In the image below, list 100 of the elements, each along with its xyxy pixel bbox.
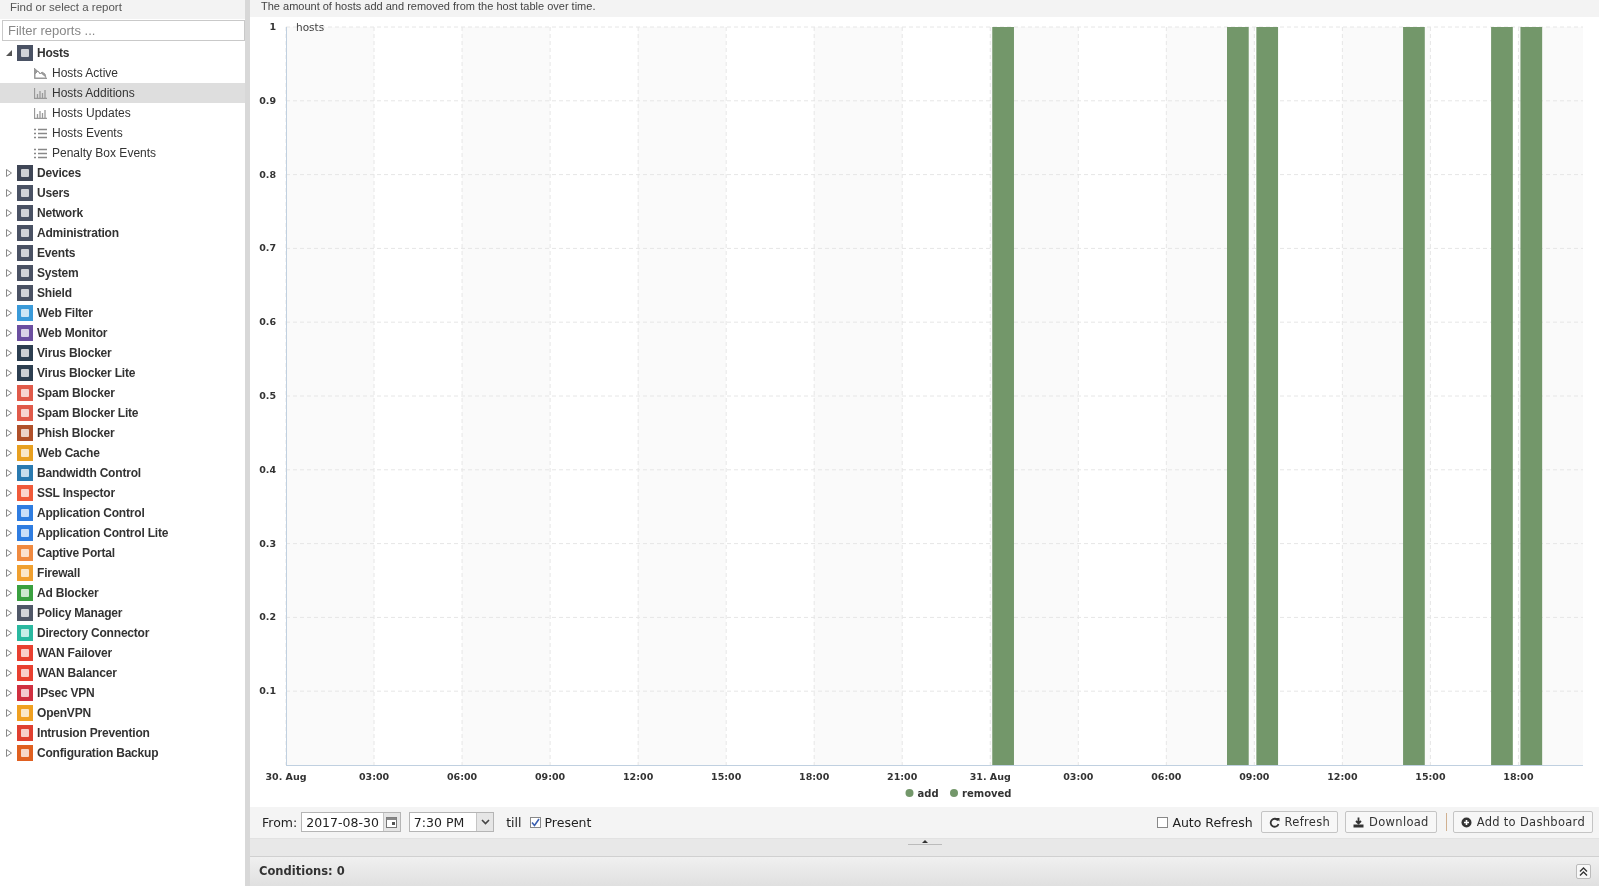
tree-item[interactable]: Phish Blocker xyxy=(37,426,115,440)
tree-item[interactable]: OpenVPN xyxy=(37,706,91,720)
auto-refresh-label: Auto Refresh xyxy=(1172,814,1253,830)
expand-icon[interactable] xyxy=(5,628,13,638)
caret-icon[interactable] xyxy=(480,819,490,826)
expand-icon[interactable] xyxy=(5,528,13,538)
tree-item[interactable]: Events xyxy=(37,246,76,260)
tree-item[interactable]: Configuration Backup xyxy=(37,746,159,760)
bar-chart-icon xyxy=(34,107,47,119)
tree-item[interactable]: Hosts xyxy=(37,46,70,60)
tree-item[interactable]: System xyxy=(37,266,79,280)
report-item[interactable]: Hosts Updates xyxy=(0,103,245,123)
tree-item[interactable]: Web Filter xyxy=(37,306,93,320)
expand-icon[interactable] xyxy=(5,288,13,298)
tree-item[interactable]: Policy Manager xyxy=(37,606,123,620)
list-icon xyxy=(34,147,47,159)
expand-icon[interactable] xyxy=(5,228,13,238)
tree-item[interactable]: Administration xyxy=(37,226,119,240)
report-item[interactable]: Hosts Active xyxy=(0,63,245,83)
expand-icon[interactable] xyxy=(5,708,13,718)
expand-button[interactable] xyxy=(1576,863,1591,879)
till-label: till xyxy=(506,814,522,830)
expand-icon[interactable] xyxy=(5,408,13,418)
download-icon xyxy=(1353,816,1365,828)
expand-icon[interactable] xyxy=(5,428,13,438)
tree-item[interactable]: Directory Connector xyxy=(37,626,150,640)
expand-icon[interactable] xyxy=(5,448,13,458)
tree-item[interactable]: SSL Inspector xyxy=(37,486,115,500)
conditions-label[interactable]: Conditions: 0 xyxy=(259,864,1576,879)
tree-item[interactable]: Application Control xyxy=(37,506,145,520)
tree-item[interactable]: WAN Failover xyxy=(37,646,112,660)
expand-icon[interactable] xyxy=(5,508,13,518)
tree-item[interactable]: Web Cache xyxy=(37,446,100,460)
expand-icon[interactable] xyxy=(5,368,13,378)
expand-icon[interactable] xyxy=(5,388,13,398)
tree-item[interactable]: Captive Portal xyxy=(37,546,115,560)
toolbar-button[interactable]: Add to Dashboard xyxy=(1452,811,1593,834)
tree-item[interactable]: Application Control Lite xyxy=(37,526,169,540)
tree-item[interactable]: Users xyxy=(37,186,70,200)
time-field[interactable]: 7:30 PM xyxy=(408,812,495,833)
expand-icon[interactable] xyxy=(5,548,13,558)
x-tick-label: 21:00 xyxy=(887,770,918,782)
report-item[interactable]: Hosts Additions xyxy=(0,83,245,103)
tree-item[interactable]: Web Monitor xyxy=(37,326,108,340)
x-tick-label: 06:00 xyxy=(1151,770,1182,782)
expand-icon[interactable] xyxy=(5,648,13,658)
expand-icon[interactable] xyxy=(5,728,13,738)
expand-icon[interactable] xyxy=(5,608,13,618)
expand-icon[interactable] xyxy=(5,588,13,598)
tree-item[interactable]: Virus Blocker xyxy=(37,346,112,360)
expand-icon[interactable] xyxy=(5,208,13,218)
x-tick-label: 09:00 xyxy=(1239,770,1270,782)
tree-item[interactable]: Network xyxy=(37,206,83,220)
expand-icon[interactable] xyxy=(5,488,13,498)
y-tick-label: 0.6 xyxy=(259,315,276,327)
report-item[interactable]: Hosts Events xyxy=(0,123,245,143)
x-tick-label: 15:00 xyxy=(711,770,742,782)
y-tick-label: 0.1 xyxy=(259,684,276,696)
report-item[interactable]: Penalty Box Events xyxy=(0,143,245,163)
tree-item[interactable]: IPsec VPN xyxy=(37,686,95,700)
report-description: The amount of hosts add and removed from the host table over time. xyxy=(250,0,1599,17)
date-field[interactable]: 2017-08-30 xyxy=(301,812,401,833)
tree-item[interactable]: Intrusion Prevention xyxy=(37,726,150,740)
panel-header: Find or select a report xyxy=(0,0,245,19)
y-tick-label: 0.4 xyxy=(259,463,276,475)
expand-icon[interactable] xyxy=(5,168,13,178)
expand-icon[interactable] xyxy=(5,468,13,478)
present-checkbox[interactable] xyxy=(529,816,541,828)
legend-label[interactable]: add xyxy=(917,787,939,799)
auto-refresh-checkbox[interactable] xyxy=(1157,816,1169,828)
tree-item[interactable]: WAN Balancer xyxy=(37,666,117,680)
tree-item[interactable]: Bandwidth Control xyxy=(37,466,141,480)
splitter-handle-icon[interactable] xyxy=(907,838,942,845)
filter-field[interactable]: Filter reports ... xyxy=(2,20,245,41)
expand-icon[interactable] xyxy=(5,248,13,258)
expand-icon[interactable] xyxy=(5,688,13,698)
collapse-icon[interactable] xyxy=(5,48,13,58)
expand-icon[interactable] xyxy=(5,568,13,578)
legend-label[interactable]: removed xyxy=(962,787,1012,799)
x-tick-label: 03:00 xyxy=(358,770,390,782)
tree-item[interactable]: Spam Blocker xyxy=(37,386,115,400)
tree-item[interactable]: Shield xyxy=(37,286,72,300)
expand-icon[interactable] xyxy=(5,308,13,318)
tree-item[interactable]: Devices xyxy=(37,166,81,180)
tree-item[interactable]: Firewall xyxy=(37,566,81,580)
toolbar-button[interactable]: Refresh xyxy=(1260,811,1339,834)
expand-icon[interactable] xyxy=(5,668,13,678)
expand-icon[interactable] xyxy=(5,748,13,758)
expand-icon[interactable] xyxy=(5,188,13,198)
toolbar-button[interactable]: Download xyxy=(1345,811,1437,834)
calendar-icon[interactable] xyxy=(386,816,398,828)
tree-item[interactable]: Ad Blocker xyxy=(37,586,99,600)
tree-item[interactable]: Virus Blocker Lite xyxy=(37,366,136,380)
expand-icon[interactable] xyxy=(5,328,13,338)
plus-circle-icon xyxy=(1460,816,1472,828)
x-tick-label: 18:00 xyxy=(799,770,830,782)
expand-icon[interactable] xyxy=(5,348,13,358)
expand-icon[interactable] xyxy=(5,268,13,278)
x-tick-label: 12:00 xyxy=(623,770,654,782)
tree-item[interactable]: Spam Blocker Lite xyxy=(37,406,139,420)
